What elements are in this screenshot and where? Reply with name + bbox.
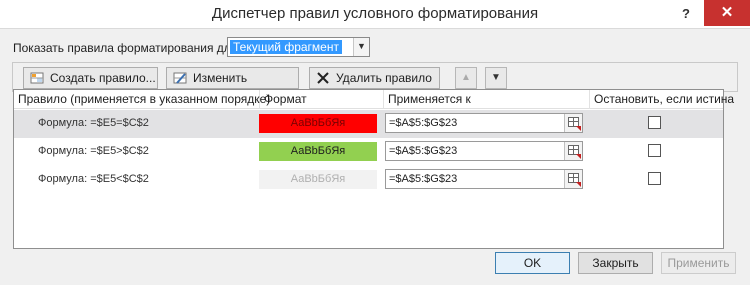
show-rules-selected-value: Текущий фрагмент [230, 40, 342, 54]
new-rule-icon [30, 71, 44, 85]
applies-to-value: =$A$5:$G$23 [389, 173, 458, 185]
range-select-button[interactable] [564, 114, 582, 132]
stop-if-true-checkbox[interactable] [648, 172, 661, 185]
format-preview: АаВbБбЯя [259, 170, 377, 189]
rules-toolbar: Создать правило... Изменить правило... У… [12, 62, 738, 105]
format-preview: АаВbБбЯя [259, 114, 377, 133]
rule-row[interactable]: Формула: =$E5=$C$2 АаВbБбЯя =$A$5:$G$23 [14, 110, 723, 138]
ok-button[interactable]: OK [495, 252, 570, 274]
grid-header: Правило (применяется в указанном порядке… [14, 90, 734, 109]
applies-to-value: =$A$5:$G$23 [389, 145, 458, 157]
close-button[interactable]: Закрыть [578, 252, 653, 274]
new-rule-button[interactable]: Создать правило... [23, 67, 158, 89]
applies-to-value: =$A$5:$G$23 [389, 117, 458, 129]
applies-to-field[interactable]: =$A$5:$G$23 [385, 169, 583, 189]
rule-formula: Формула: =$E5>$C$2 [38, 145, 149, 157]
column-header-rule[interactable]: Правило (применяется в указанном порядке… [14, 90, 270, 109]
close-window-button[interactable]: ✕ [704, 0, 750, 26]
range-select-button[interactable] [564, 170, 582, 188]
help-button[interactable]: ? [671, 2, 701, 26]
rule-row[interactable]: Формула: =$E5>$C$2 АаВbБбЯя =$A$5:$G$23 [14, 138, 723, 166]
delete-rule-button[interactable]: Удалить правило [309, 67, 440, 89]
rule-formula: Формула: =$E5=$C$2 [38, 117, 149, 129]
apply-button[interactable]: Применить [661, 252, 736, 274]
applies-to-field[interactable]: =$A$5:$G$23 [385, 113, 583, 133]
red-arrow-icon [576, 126, 581, 131]
dialog-content: Показать правила форматирования для: Тек… [0, 28, 750, 285]
column-header-applies-to[interactable]: Применяется к [384, 90, 590, 109]
delete-icon [316, 71, 330, 85]
rule-formula: Формула: =$E5<$C$2 [38, 173, 149, 185]
column-header-format[interactable]: Формат [260, 90, 384, 109]
window-title: Диспетчер правил условного форматировани… [211, 5, 539, 22]
stop-if-true-checkbox[interactable] [648, 144, 661, 157]
applies-to-field[interactable]: =$A$5:$G$23 [385, 141, 583, 161]
range-select-button[interactable] [564, 142, 582, 160]
chevron-down-icon[interactable]: ▼ [353, 38, 369, 56]
new-rule-label: Создать правило... [50, 71, 156, 85]
edit-rule-button[interactable]: Изменить правило... [166, 67, 299, 105]
format-preview: АаВbБбЯя [259, 142, 377, 161]
delete-rule-label: Удалить правило [336, 71, 432, 85]
title-bar: Диспетчер правил условного форматировани… [0, 0, 750, 28]
edit-rule-icon [173, 71, 187, 85]
red-arrow-icon [576, 182, 581, 187]
column-header-stop-if-true[interactable]: Остановить, если истина [590, 90, 734, 109]
show-rules-dropdown[interactable]: Текущий фрагмент ▼ [227, 37, 370, 57]
rule-row[interactable]: Формула: =$E5<$C$2 АаВbБбЯя =$A$5:$G$23 [14, 166, 723, 194]
move-down-button[interactable]: ▼ [485, 67, 507, 89]
stop-if-true-checkbox[interactable] [648, 116, 661, 129]
rules-grid: Правило (применяется в указанном порядке… [13, 89, 734, 249]
red-arrow-icon [576, 154, 581, 159]
move-up-button[interactable]: ▲ [455, 67, 477, 89]
show-rules-label: Показать правила форматирования для: [13, 41, 241, 55]
